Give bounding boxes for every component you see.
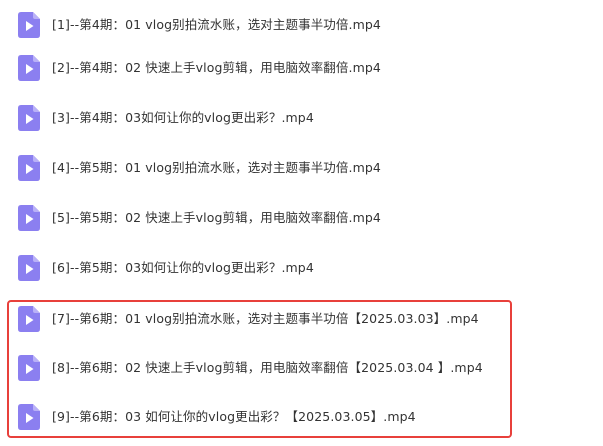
file-row[interactable]: [4]--第5期：01 vlog别拍流水账，选对主题事半功倍.mp4	[0, 143, 603, 193]
video-file-icon	[18, 155, 40, 181]
file-list: [1]--第4期：01 vlog别拍流水账，选对主题事半功倍.mp4 [2]--…	[0, 0, 603, 446]
file-name: [6]--第5期：03如何让你的vlog更出彩？.mp4	[52, 260, 314, 275]
file-row[interactable]: [3]--第4期：03如何让你的vlog更出彩？.mp4	[0, 93, 603, 143]
file-name: [9]--第6期：03 如何让你的vlog更出彩？【2025.03.05】.mp…	[52, 409, 416, 424]
video-file-icon	[18, 105, 40, 131]
file-row[interactable]: [9]--第6期：03 如何让你的vlog更出彩？【2025.03.05】.mp…	[0, 392, 603, 442]
video-file-icon	[18, 255, 40, 281]
video-file-icon	[18, 205, 40, 231]
file-name: [8]--第6期：02 快速上手vlog剪辑，用电脑效率翻倍【2025.03.0…	[52, 360, 483, 375]
file-name: [2]--第4期：02 快速上手vlog剪辑，用电脑效率翻倍.mp4	[52, 60, 381, 75]
video-file-icon	[18, 306, 40, 332]
file-row[interactable]: [6]--第5期：03如何让你的vlog更出彩？.mp4	[0, 243, 603, 293]
file-row[interactable]: [7]--第6期：01 vlog别拍流水账，选对主题事半功倍【2025.03.0…	[0, 294, 603, 344]
video-file-icon	[18, 404, 40, 430]
video-file-icon	[18, 12, 40, 38]
file-row[interactable]: [8]--第6期：02 快速上手vlog剪辑，用电脑效率翻倍【2025.03.0…	[0, 343, 603, 393]
file-name: [4]--第5期：01 vlog别拍流水账，选对主题事半功倍.mp4	[52, 160, 381, 175]
file-row[interactable]: [2]--第4期：02 快速上手vlog剪辑，用电脑效率翻倍.mp4	[0, 43, 603, 93]
file-name: [7]--第6期：01 vlog别拍流水账，选对主题事半功倍【2025.03.0…	[52, 311, 479, 326]
file-row[interactable]: [5]--第5期：02 快速上手vlog剪辑，用电脑效率翻倍.mp4	[0, 193, 603, 243]
file-name: [3]--第4期：03如何让你的vlog更出彩？.mp4	[52, 110, 314, 125]
video-file-icon	[18, 355, 40, 381]
file-name: [5]--第5期：02 快速上手vlog剪辑，用电脑效率翻倍.mp4	[52, 210, 381, 225]
video-file-icon	[18, 55, 40, 81]
